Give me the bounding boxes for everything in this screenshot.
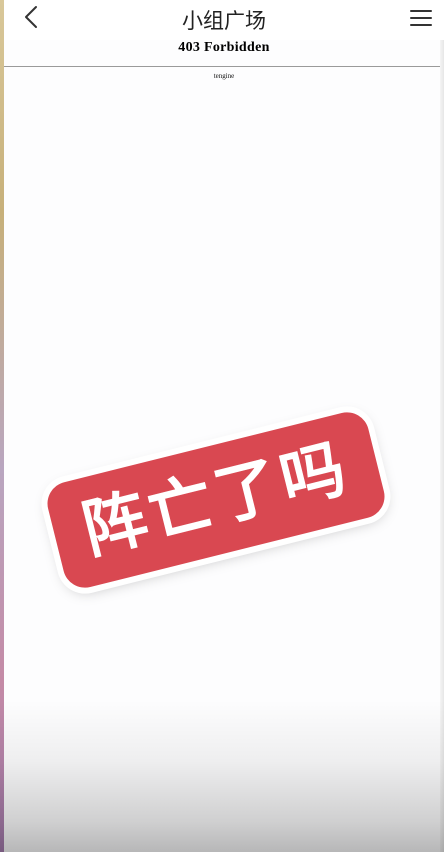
scroll-edge (440, 40, 444, 852)
top-navbar: 小组广场 (4, 0, 444, 40)
divider (4, 66, 444, 67)
error-heading: 403 Forbidden (178, 40, 270, 55)
app-screen: 小组广场 403 Forbidden tengine 阵亡了吗 (0, 0, 444, 852)
page-title: 小组广场 (182, 9, 266, 33)
server-name: tengine (213, 72, 235, 80)
menu-button[interactable] (406, 6, 436, 34)
hamburger-menu-icon (409, 8, 433, 33)
